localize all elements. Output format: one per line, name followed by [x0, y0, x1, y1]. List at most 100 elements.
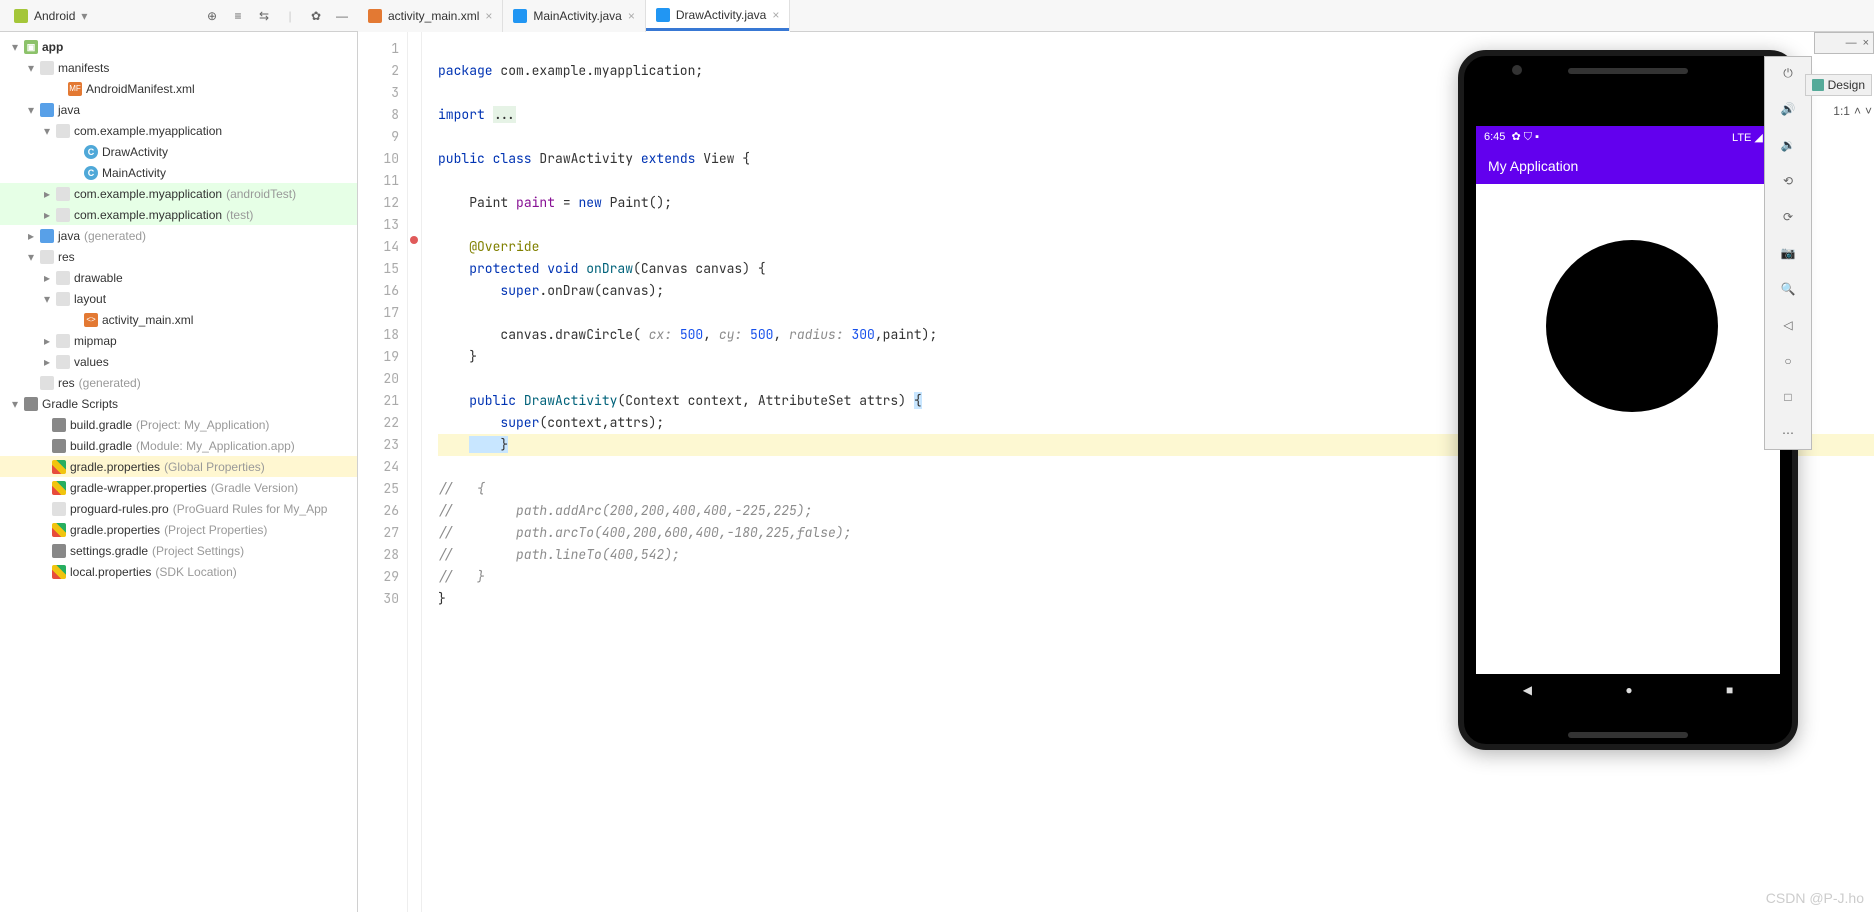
nav-back-icon[interactable]: ◀	[1523, 683, 1532, 697]
home-icon[interactable]: ○	[1778, 351, 1798, 371]
emulator-status-bar: 6:45 ✿ ⛉ ▪ LTE ◢ ▮	[1476, 126, 1780, 148]
tree-label: settings.gradle	[70, 544, 148, 558]
xml-file-icon	[368, 9, 382, 23]
back-icon[interactable]: ◁	[1778, 315, 1798, 335]
override-marker-icon[interactable]	[409, 235, 419, 245]
tree-label: java	[58, 229, 80, 243]
power-icon[interactable]: ⏻	[1778, 63, 1798, 83]
tab-main-activity-java[interactable]: MainActivity.java ×	[503, 0, 646, 32]
rotate-left-icon[interactable]: ⟲	[1778, 171, 1798, 191]
tree-build-gradle-project[interactable]: build.gradle(Project: My_Application)	[0, 414, 357, 435]
close-icon[interactable]: ×	[485, 9, 492, 23]
tree-label: com.example.myapplication	[74, 208, 222, 222]
tree-hint: (SDK Location)	[155, 565, 236, 579]
tree-label: res	[58, 250, 75, 264]
tree-hint: (generated)	[84, 229, 146, 243]
drawn-circle	[1546, 240, 1718, 412]
tree-label: res	[58, 376, 75, 390]
tree-label: DrawActivity	[102, 145, 168, 159]
tree-res-gen[interactable]: res(generated)	[0, 372, 357, 393]
tree-hint: (Module: My_Application.app)	[136, 439, 295, 453]
tree-app[interactable]: ▾▣app	[0, 36, 357, 57]
tree-res[interactable]: ▾res	[0, 246, 357, 267]
tree-hint: (androidTest)	[226, 187, 296, 201]
tree-android-manifest[interactable]: MFAndroidManifest.xml	[0, 78, 357, 99]
tab-activity-main-xml[interactable]: activity_main.xml ×	[358, 0, 503, 32]
tree-java-gen[interactable]: ▸java(generated)	[0, 225, 357, 246]
tree-gradle-wrapper-properties[interactable]: gradle-wrapper.properties (Gradle Version…	[0, 477, 357, 498]
nav-recent-icon[interactable]: ■	[1726, 683, 1733, 697]
rotate-right-icon[interactable]: ⟳	[1778, 207, 1798, 227]
tree-label: layout	[74, 292, 106, 306]
code-editor[interactable]: 1238910111213141516171819202122232425262…	[358, 32, 1874, 912]
expand-icon[interactable]: ⇆	[256, 8, 272, 24]
tree-label: Gradle Scripts	[42, 397, 118, 411]
tree-package-test[interactable]: ▸com.example.myapplication(test)	[0, 204, 357, 225]
tree-package-androidtest[interactable]: ▸com.example.myapplication(androidTest)	[0, 183, 357, 204]
tree-label: local.properties	[70, 565, 151, 579]
tree-hint: (Gradle Version)	[211, 481, 298, 495]
tree-proguard-rules[interactable]: proguard-rules.pro(ProGuard Rules for My…	[0, 498, 357, 519]
emulator-side-toolbar: ⏻ 🔊 🔉 ⟲ ⟳ 📷 🔍 ◁ ○ □ ⋯	[1764, 56, 1812, 450]
locate-icon[interactable]: ⊕	[204, 8, 220, 24]
tree-label: values	[74, 355, 109, 369]
tree-label: gradle-wrapper.properties	[70, 481, 207, 495]
close-icon[interactable]: ×	[628, 9, 635, 23]
tree-label: AndroidManifest.xml	[86, 82, 195, 96]
volume-up-icon[interactable]: 🔊	[1778, 99, 1798, 119]
design-label: Design	[1828, 78, 1865, 92]
collapse-icon[interactable]: ≡	[230, 8, 246, 24]
tree-gradle-properties-project[interactable]: gradle.properties(Project Properties)	[0, 519, 357, 540]
emulator-time: 6:45	[1484, 131, 1505, 143]
design-toggle-button[interactable]: Design	[1805, 74, 1872, 96]
emulator-nav-bar[interactable]: ◀ ● ■	[1476, 674, 1780, 706]
emulator-canvas	[1476, 184, 1780, 674]
overview-icon[interactable]: □	[1778, 387, 1798, 407]
close-icon[interactable]: ×	[772, 8, 779, 22]
emulator-speaker	[1568, 68, 1688, 74]
project-tree[interactable]: ▾▣app ▾manifests MFAndroidManifest.xml ▾…	[0, 32, 358, 912]
emulator-app-title: My Application	[1488, 158, 1578, 174]
tree-draw-activity[interactable]: CDrawActivity	[0, 141, 357, 162]
zoom-control[interactable]: 1:1 ˄ ˅	[1833, 104, 1872, 118]
emulator-home-bar	[1568, 732, 1688, 738]
tree-gradle-scripts[interactable]: ▾Gradle Scripts	[0, 393, 357, 414]
more-icon[interactable]: ⋯	[1778, 423, 1798, 443]
tree-layout[interactable]: ▾layout	[0, 288, 357, 309]
tree-label: manifests	[58, 61, 109, 75]
tree-java[interactable]: ▾java	[0, 99, 357, 120]
emulator-window[interactable]: 6:45 ✿ ⛉ ▪ LTE ◢ ▮ My Application ◀ ● ■	[1458, 50, 1798, 750]
chevron-down-icon[interactable]: ˅	[1865, 104, 1872, 118]
tree-activity-main-xml[interactable]: <>activity_main.xml	[0, 309, 357, 330]
tree-label: gradle.properties	[70, 523, 160, 537]
nav-home-icon[interactable]: ●	[1625, 683, 1632, 697]
tree-label: app	[42, 40, 63, 54]
zoom-icon[interactable]: 🔍	[1778, 279, 1798, 299]
editor-tabs: activity_main.xml × MainActivity.java × …	[358, 0, 1874, 32]
chevron-down-icon: ▾	[81, 9, 87, 23]
tab-draw-activity-java[interactable]: DrawActivity.java ×	[646, 0, 790, 32]
tree-values[interactable]: ▸values	[0, 351, 357, 372]
tree-manifests[interactable]: ▾manifests	[0, 57, 357, 78]
tree-hint: (test)	[226, 208, 253, 222]
tree-settings-gradle[interactable]: settings.gradle (Project Settings)	[0, 540, 357, 561]
tree-package[interactable]: ▾com.example.myapplication	[0, 120, 357, 141]
chevron-up-icon[interactable]: ˄	[1854, 104, 1861, 118]
project-view-selector[interactable]: Android ▾	[8, 7, 93, 25]
tree-hint: (Project Settings)	[152, 544, 244, 558]
camera-icon[interactable]: 📷	[1778, 243, 1798, 263]
volume-down-icon[interactable]: 🔉	[1778, 135, 1798, 155]
close-icon[interactable]: ×	[1863, 37, 1869, 49]
minimize-icon[interactable]: —	[1846, 37, 1857, 49]
tree-gradle-properties-global[interactable]: gradle.properties(Global Properties)	[0, 456, 357, 477]
tree-mipmap[interactable]: ▸mipmap	[0, 330, 357, 351]
line-gutter: 1238910111213141516171819202122232425262…	[358, 32, 408, 912]
tree-local-properties[interactable]: local.properties (SDK Location)	[0, 561, 357, 582]
tree-build-gradle-module[interactable]: build.gradle(Module: My_Application.app)	[0, 435, 357, 456]
hide-icon[interactable]: —	[334, 8, 350, 24]
emulator-app-bar: My Application	[1476, 148, 1780, 184]
tree-drawable[interactable]: ▸drawable	[0, 267, 357, 288]
tree-main-activity[interactable]: CMainActivity	[0, 162, 357, 183]
settings-icon[interactable]: ✿	[308, 8, 324, 24]
emulator-screen[interactable]: 6:45 ✿ ⛉ ▪ LTE ◢ ▮ My Application	[1476, 126, 1780, 674]
